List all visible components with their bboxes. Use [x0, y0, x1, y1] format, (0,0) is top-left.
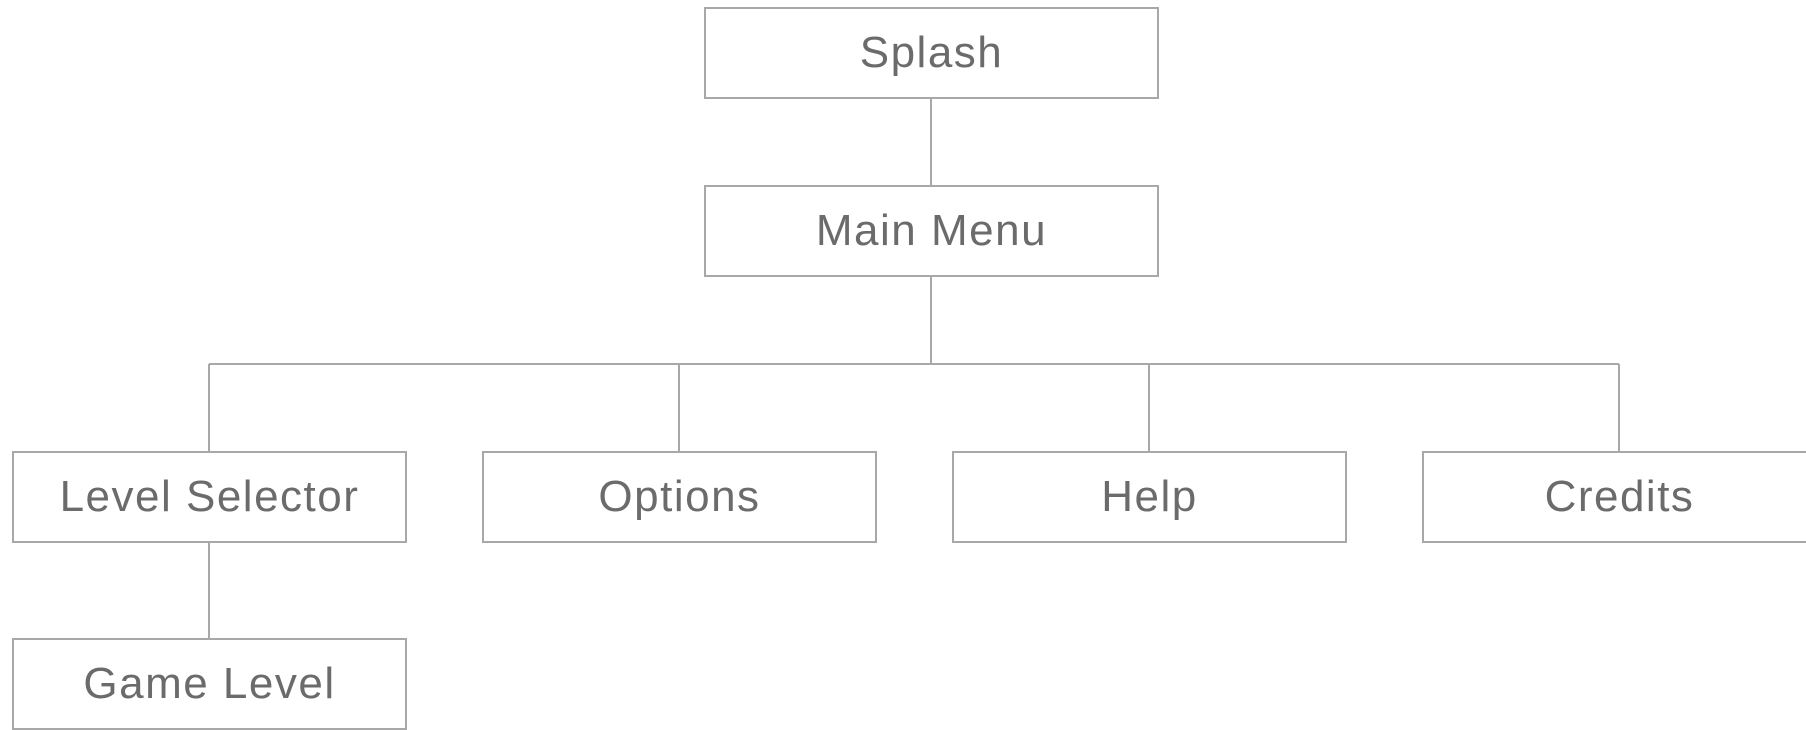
node-level-selector: Level Selector — [12, 451, 407, 543]
node-label-main-menu: Main Menu — [815, 206, 1048, 255]
node-label-options: Options — [598, 472, 761, 521]
node-main-menu: Main Menu — [704, 185, 1159, 277]
node-game-level: Game Level — [12, 638, 407, 730]
menu-hierarchy-diagram: Splash Main Menu Level Selector Options … — [0, 0, 1806, 730]
node-help: Help — [952, 451, 1347, 543]
connector-lines — [208, 99, 1620, 638]
node-credits: Credits — [1422, 451, 1806, 543]
node-options: Options — [482, 451, 877, 543]
node-label-credits: Credits — [1544, 472, 1695, 521]
node-label-game-level: Game Level — [83, 659, 336, 708]
node-label-splash: Splash — [859, 28, 1004, 77]
node-splash: Splash — [704, 7, 1159, 99]
node-label-level-selector: Level Selector — [59, 472, 360, 521]
node-label-help: Help — [1101, 472, 1198, 521]
